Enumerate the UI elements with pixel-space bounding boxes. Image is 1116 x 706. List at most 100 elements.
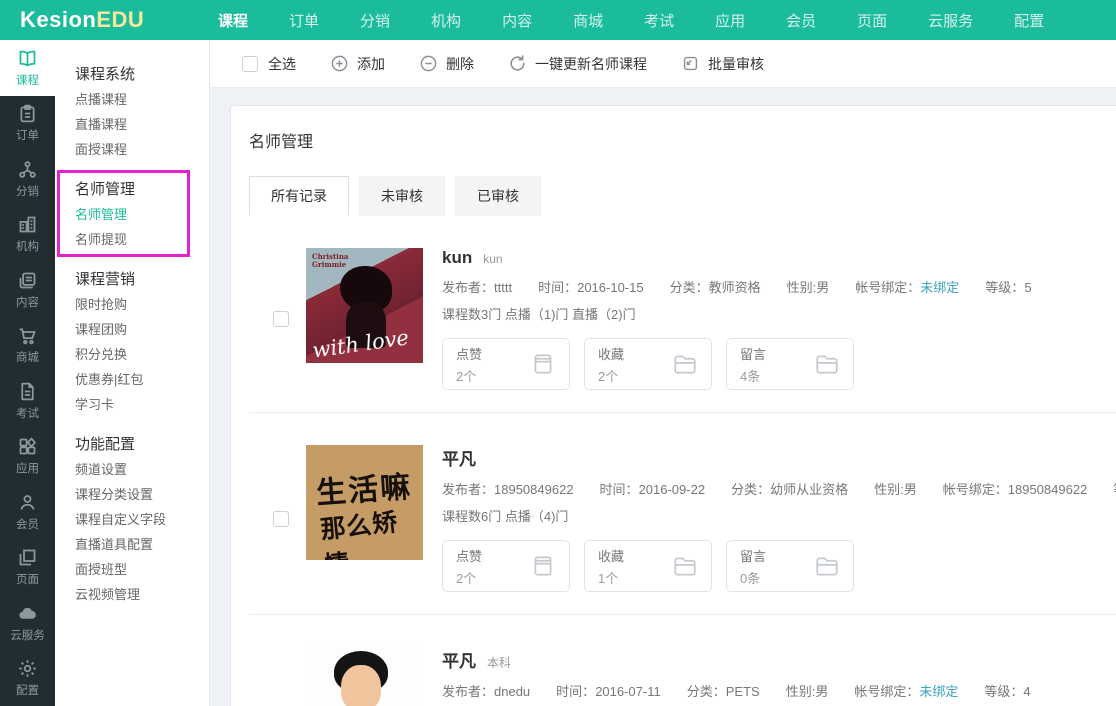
select-all-checkbox[interactable] — [242, 56, 258, 72]
list-toolbar: 全选 添加 删除 一键更新名师课程 批量审核 — [210, 40, 1116, 88]
topnav-item-考试[interactable]: 考试 — [638, 0, 680, 40]
topnav-item-应用[interactable]: 应用 — [709, 0, 751, 40]
folder-icon — [672, 553, 698, 579]
field-label: 等级： — [984, 684, 1023, 699]
cart-icon — [17, 325, 38, 346]
stat-value: 2个 — [456, 568, 482, 587]
topnav-item-配置[interactable]: 配置 — [1008, 0, 1050, 40]
teacher-row: 平凡本科发布者：dnedu时间：2016-07-11分类：PETS性别:男帐号绑… — [249, 614, 1116, 706]
topnav-item-内容[interactable]: 内容 — [496, 0, 538, 40]
sidebar-item-课程分类设置[interactable]: 课程分类设置 — [75, 482, 209, 507]
stat-box-留言[interactable]: 留言0条 — [726, 540, 854, 592]
topnav-item-云服务[interactable]: 云服务 — [922, 0, 979, 40]
teacher-courses-summary: 课程数3门 点播（1)门 直播（2)门 — [442, 304, 1116, 323]
stat-box-点赞[interactable]: 点赞2个 — [442, 338, 570, 390]
stat-box-点赞[interactable]: 点赞2个 — [442, 540, 570, 592]
field-value: 18950849622 — [494, 482, 574, 497]
teacher-name: 平凡 — [442, 647, 476, 672]
field-帐号绑定: 帐号绑定：18950849622 — [943, 482, 1088, 497]
sidebar-item-云视频管理[interactable]: 云视频管理 — [75, 582, 209, 607]
rail-item-课程[interactable]: 课程 — [0, 40, 55, 96]
stat-box-收藏[interactable]: 收藏2个 — [584, 338, 712, 390]
stat-text: 收藏2个 — [598, 344, 624, 385]
select-all-control[interactable]: 全选 — [242, 54, 296, 74]
app-window: KesionEDU 课程订单分销机构内容商城考试应用会员页面云服务配置 课程订单… — [0, 0, 1116, 706]
field-发布者: 发布者：18950849622 — [442, 482, 574, 497]
sidebar-section-title: 功能配置 — [75, 432, 209, 457]
rail-item-会员[interactable]: 会员 — [0, 484, 55, 540]
sidebar-item-积分兑换[interactable]: 积分兑换 — [75, 342, 209, 367]
rail-item-label: 内容 — [16, 294, 39, 310]
notebook-icon — [530, 351, 556, 377]
field-value: 男 — [904, 482, 917, 497]
sidebar-item-名师管理[interactable]: 名师管理 — [75, 202, 209, 227]
toolbar-button-一键更新名师课程[interactable]: 一键更新名师课程 — [508, 54, 647, 74]
topnav-item-课程[interactable]: 课程 — [212, 0, 254, 40]
tab-未审核[interactable]: 未审核 — [359, 176, 445, 216]
rail-item-页面[interactable]: 页面 — [0, 540, 55, 596]
field-value: 5 — [1024, 280, 1031, 295]
field-等级: 等级：5 — [985, 280, 1031, 295]
course-submenu: 课程系统点播课程直播课程面授课程名师管理名师管理名师提现课程营销限时抢购课程团购… — [55, 40, 210, 706]
sidebar-item-学习卡[interactable]: 学习卡 — [75, 392, 209, 417]
field-等级: 等级：4 — [984, 684, 1030, 699]
rail-item-应用[interactable]: 应用 — [0, 429, 55, 485]
row-checkbox[interactable] — [273, 311, 289, 327]
sidebar-item-点播课程[interactable]: 点播课程 — [75, 87, 209, 112]
rail-item-订单[interactable]: 订单 — [0, 96, 55, 152]
rail-item-内容[interactable]: 内容 — [0, 262, 55, 318]
sidebar-item-课程团购[interactable]: 课程团购 — [75, 317, 209, 342]
field-label: 分类： — [687, 684, 726, 699]
field-value: 4 — [1023, 684, 1030, 699]
stat-text: 收藏1个 — [598, 546, 624, 587]
field-label: 等级： — [985, 280, 1024, 295]
rail-item-考试[interactable]: 考试 — [0, 373, 55, 429]
topnav-item-页面[interactable]: 页面 — [851, 0, 893, 40]
field-value[interactable]: 未绑定 — [920, 280, 959, 295]
rail-item-分销[interactable]: 分销 — [0, 151, 55, 207]
field-value[interactable]: 未绑定 — [919, 684, 958, 699]
sidebar-item-频道设置[interactable]: 频道设置 — [75, 457, 209, 482]
building-icon — [17, 214, 38, 235]
toolbar-button-删除[interactable]: 删除 — [419, 54, 474, 74]
sidebar-section: 课程系统点播课程直播课程面授课程 — [75, 62, 209, 162]
rail-item-云服务[interactable]: 云服务 — [0, 595, 55, 651]
share-network-icon — [17, 159, 38, 180]
toolbar-button-label: 删除 — [446, 54, 474, 74]
sidebar-item-优惠券|红包[interactable]: 优惠券|红包 — [75, 367, 209, 392]
toolbar-button-添加[interactable]: 添加 — [330, 54, 385, 74]
rail-item-商城[interactable]: 商城 — [0, 318, 55, 374]
stat-box-留言[interactable]: 留言4条 — [726, 338, 854, 390]
topnav-item-机构[interactable]: 机构 — [425, 0, 467, 40]
rail-item-配置[interactable]: 配置 — [0, 651, 55, 706]
toolbar-button-批量审核[interactable]: 批量审核 — [681, 54, 764, 74]
rail-item-机构[interactable]: 机构 — [0, 207, 55, 263]
tab-已审核[interactable]: 已审核 — [455, 176, 541, 216]
app-logo[interactable]: KesionEDU — [0, 7, 212, 33]
notebook-icon — [530, 553, 556, 579]
tab-所有记录[interactable]: 所有记录 — [249, 176, 349, 216]
sidebar-item-面授班型[interactable]: 面授班型 — [75, 557, 209, 582]
topnav-item-商城[interactable]: 商城 — [567, 0, 609, 40]
sidebar-item-限时抢购[interactable]: 限时抢购 — [75, 292, 209, 317]
album-figure — [340, 266, 392, 312]
field-value: 18950849622 — [1008, 482, 1088, 497]
stat-box-收藏[interactable]: 收藏1个 — [584, 540, 712, 592]
top-navigation: 课程订单分销机构内容商城考试应用会员页面云服务配置 — [212, 0, 1079, 40]
sidebar-item-名师提现[interactable]: 名师提现 — [75, 227, 209, 252]
sidebar-item-直播道具配置[interactable]: 直播道具配置 — [75, 532, 209, 557]
apps-grid-icon — [17, 436, 38, 457]
sidebar-item-课程自定义字段[interactable]: 课程自定义字段 — [75, 507, 209, 532]
row-checkbox[interactable] — [273, 511, 289, 527]
stat-text: 点赞2个 — [456, 344, 482, 385]
field-分类: 分类：幼师从业资格 — [731, 482, 848, 497]
topnav-item-订单[interactable]: 订单 — [283, 0, 325, 40]
sidebar-item-面授课程[interactable]: 面授课程 — [75, 137, 209, 162]
topnav-item-分销[interactable]: 分销 — [354, 0, 396, 40]
teacher-info-line: 发布者：18950849622时间：2016-09-22分类：幼师从业资格性别:… — [442, 479, 1116, 498]
stat-label: 收藏 — [598, 546, 624, 565]
sidebar-item-直播课程[interactable]: 直播课程 — [75, 112, 209, 137]
topnav-item-会员[interactable]: 会员 — [780, 0, 822, 40]
toolbar-button-label: 一键更新名师课程 — [535, 54, 647, 74]
field-value: 男 — [816, 280, 829, 295]
